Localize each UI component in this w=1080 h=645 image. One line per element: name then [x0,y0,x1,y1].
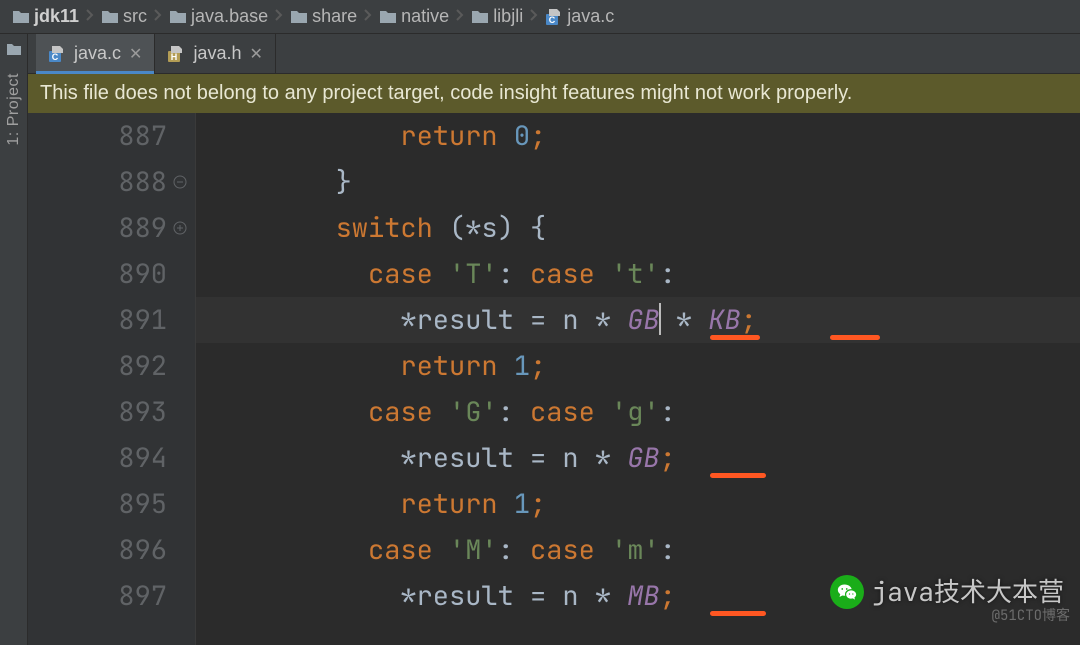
tab-label: java.c [74,43,121,64]
line-number[interactable]: 888 [28,159,167,205]
code-line[interactable]: return 1; [206,343,1080,389]
breadcrumb-item[interactable]: jdk11 [8,0,83,33]
line-number[interactable]: 893 [28,389,167,435]
editor-tab[interactable]: Hjava.h ✕ [155,34,275,73]
line-number[interactable]: 889 [28,205,167,251]
fold-end-icon[interactable] [171,173,189,191]
code-line[interactable]: *result = n * GB * KB; [206,297,1080,343]
wechat-icon [830,575,864,609]
annotation-underline [830,335,880,340]
code-line[interactable]: case 'T': case 't': [206,251,1080,297]
breadcrumb-item[interactable]: share [286,0,361,33]
line-number[interactable]: 894 [28,435,167,481]
notification-banner: This file does not belong to any project… [28,74,1080,113]
c-file-icon: C [48,45,66,63]
chevron-right-icon [453,6,467,27]
line-number[interactable]: 897 [28,573,167,619]
line-number[interactable]: 890 [28,251,167,297]
code-line[interactable]: } [206,159,1080,205]
breadcrumb-item[interactable]: native [375,0,453,33]
image-credit: @51CTO博客 [992,593,1070,639]
breadcrumb-label: libjli [493,6,523,27]
line-number[interactable]: 896 [28,527,167,573]
chevron-right-icon [83,6,97,27]
close-icon[interactable]: ✕ [249,44,262,64]
c-file-icon: C [545,8,563,26]
code-line[interactable]: case 'G': case 'g': [206,389,1080,435]
folder-icon [290,9,308,24]
folder-icon [379,9,397,24]
fold-collapse-icon[interactable] [171,219,189,237]
chevron-right-icon [361,6,375,27]
breadcrumb-item[interactable]: java.base [165,0,272,33]
close-icon[interactable]: ✕ [129,44,142,64]
line-number[interactable]: 895 [28,481,167,527]
breadcrumb-item[interactable]: src [97,0,151,33]
project-folder-icon[interactable] [6,42,22,61]
breadcrumb-label: java.c [567,6,614,27]
folder-icon [101,9,119,24]
code-editor[interactable]: 887888889890891892893894895896897 return… [28,113,1080,645]
code-area[interactable]: return 0; } switch (*s) { case 'T': case… [196,113,1080,645]
svg-text:C: C [549,15,556,25]
svg-text:C: C [52,52,59,62]
breadcrumb-label: share [312,6,357,27]
annotation-underline [710,335,760,340]
breadcrumb-item[interactable]: libjli [467,0,527,33]
editor-tab[interactable]: Cjava.c ✕ [36,34,155,73]
tool-window-button-project[interactable]: 1: Project [5,67,23,152]
breadcrumb-label: jdk11 [34,6,79,27]
folder-icon [12,9,30,24]
folder-icon [169,9,187,24]
line-number[interactable]: 892 [28,343,167,389]
chevron-right-icon [151,6,165,27]
line-number[interactable]: 891 [28,297,167,343]
chevron-right-icon [272,6,286,27]
folder-icon [471,9,489,24]
breadcrumb-label: src [123,6,147,27]
svg-text:H: H [171,52,178,62]
annotation-underline [710,611,766,616]
code-line[interactable]: return 0; [206,113,1080,159]
tab-label: java.h [193,43,241,64]
editor-tabs: Cjava.c ✕ Hjava.h ✕ [28,34,1080,74]
breadcrumb-label: native [401,6,449,27]
h-file-icon: H [167,45,185,63]
code-line[interactable]: *result = n * GB; [206,435,1080,481]
code-line[interactable]: case 'M': case 'm': [206,527,1080,573]
gutter: 887888889890891892893894895896897 [28,113,196,645]
breadcrumb: jdk11 src java.base share native libjli Cjava.… [0,0,1080,34]
code-line[interactable]: return 1; [206,481,1080,527]
line-number[interactable]: 887 [28,113,167,159]
breadcrumb-label: java.base [191,6,268,27]
annotation-underline [710,473,766,478]
code-line[interactable]: switch (*s) { [206,205,1080,251]
chevron-right-icon [527,6,541,27]
breadcrumb-item[interactable]: Cjava.c [541,0,618,33]
tool-window-strip: 1: Project [0,34,28,645]
